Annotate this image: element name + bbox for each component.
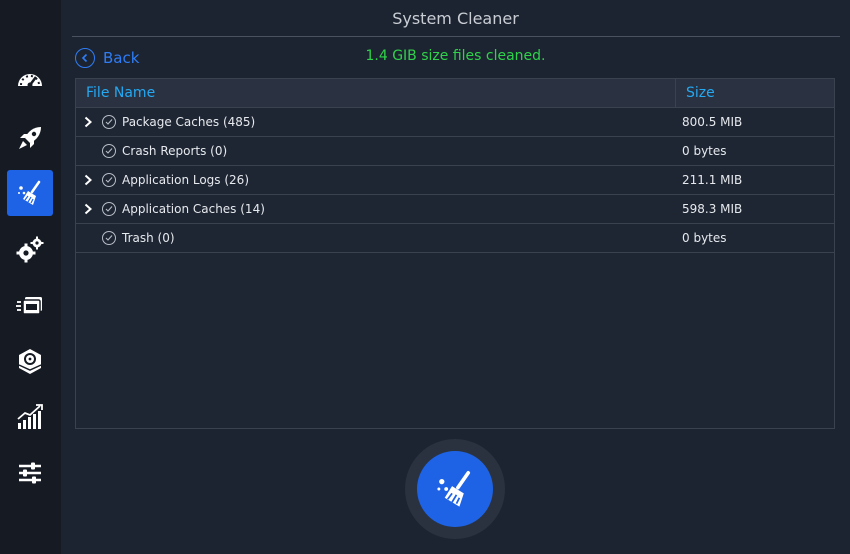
sidebar-item-dashboard[interactable] xyxy=(7,58,53,104)
check-circle-icon[interactable] xyxy=(102,115,116,129)
stack-icon xyxy=(16,297,42,315)
window-title: System Cleaner xyxy=(392,9,519,28)
table-row[interactable]: Application Logs (26) 211.1 MIB xyxy=(76,166,834,195)
check-circle-icon[interactable] xyxy=(102,231,116,245)
chevron-right-icon[interactable] xyxy=(76,166,100,195)
row-name: Trash (0) xyxy=(122,231,175,245)
row-name: Crash Reports (0) xyxy=(122,144,228,158)
table-row[interactable]: Trash (0) 0 bytes xyxy=(76,224,834,253)
table-row[interactable]: Application Caches (14) 598.3 MIB xyxy=(76,195,834,224)
clean-button[interactable] xyxy=(417,451,493,527)
row-name: Application Logs (26) xyxy=(122,173,249,187)
check-circle-icon[interactable] xyxy=(102,144,116,158)
app-window: System Cleaner Back 1.4 GIB size files c… xyxy=(0,0,850,554)
table-header: File Name Size xyxy=(76,79,834,108)
table-row[interactable]: Crash Reports (0) 0 bytes xyxy=(76,137,834,166)
sidebar-item-services[interactable] xyxy=(7,226,53,272)
sidebar-item-settings[interactable] xyxy=(7,450,53,496)
files-table: File Name Size Package Caches (485) 800.… xyxy=(75,78,835,429)
column-header-size[interactable]: Size xyxy=(676,79,715,107)
clean-button-ring xyxy=(405,439,505,539)
row-size: 0 bytes xyxy=(682,231,727,245)
row-size: 211.1 MIB xyxy=(682,173,743,187)
row-size: 0 bytes xyxy=(682,144,727,158)
row-size: 800.5 MIB xyxy=(682,115,743,129)
speedometer-icon xyxy=(18,74,42,88)
row-size: 598.3 MIB xyxy=(682,202,743,216)
check-circle-icon[interactable] xyxy=(102,173,116,187)
sidebar-item-uninstaller[interactable] xyxy=(7,338,53,384)
broom-icon xyxy=(18,180,41,205)
chevron-right-icon[interactable] xyxy=(76,108,100,137)
check-circle-icon[interactable] xyxy=(102,202,116,216)
row-name: Application Caches (14) xyxy=(122,202,265,216)
table-row[interactable]: Package Caches (485) 800.5 MIB xyxy=(76,108,834,137)
broom-icon xyxy=(437,471,471,507)
row-name: Package Caches (485) xyxy=(122,115,256,129)
sidebar xyxy=(0,0,61,554)
sidebar-item-startup[interactable] xyxy=(7,115,53,161)
disk-package-icon xyxy=(18,349,42,374)
rocket-icon xyxy=(19,127,41,149)
title-divider xyxy=(72,36,840,37)
column-header-file-name[interactable]: File Name xyxy=(76,79,676,107)
status-message: 1.4 GIB size files cleaned. xyxy=(365,48,546,64)
gears-icon xyxy=(16,236,44,263)
chevron-right-icon[interactable] xyxy=(76,195,100,224)
sidebar-item-processes[interactable] xyxy=(7,282,53,328)
sidebar-item-cleaner[interactable] xyxy=(7,170,53,216)
sliders-icon xyxy=(19,462,41,484)
sidebar-item-resources[interactable] xyxy=(7,394,53,440)
chart-icon xyxy=(17,404,43,429)
